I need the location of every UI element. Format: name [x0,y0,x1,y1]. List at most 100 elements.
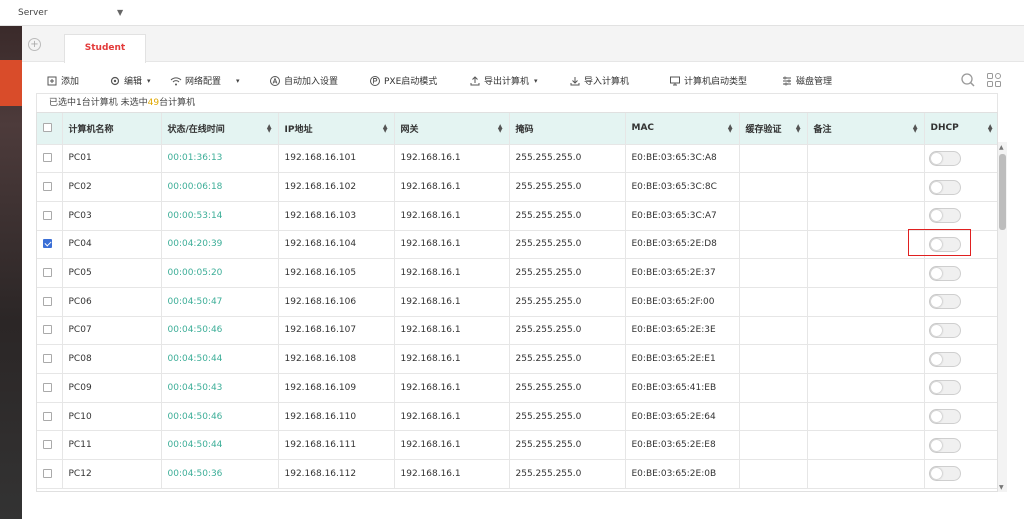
table-row[interactable]: PC05 00:00:05:20 192.168.16.105 192.168.16.… [37,258,997,288]
scroll-down-icon[interactable]: ▼ [999,484,1004,491]
search-icon[interactable] [960,72,976,88]
table-row[interactable]: PC03 00:00:53:14 192.168.16.103 192.168.16.… [37,201,997,231]
table-row[interactable]: PC06 00:04:50:47 192.168.16.106 192.168.16.… [37,287,997,317]
row-checkbox[interactable] [43,325,52,335]
row-checkbox[interactable] [43,239,52,249]
table-row[interactable]: PC12 00:04:50:36 192.168.16.112 192.168.16.… [37,459,997,489]
table-row[interactable]: PC10 00:04:50:46 192.168.16.110 192.168.16.… [37,402,997,432]
cell-mask: 255.255.255.0 [509,373,626,403]
sort-icon[interactable]: ▲ ▼ [383,124,388,134]
cell-gateway: 192.168.16.1 [394,373,510,403]
cell-online-time: 00:04:50:46 [161,316,279,346]
dhcp-toggle[interactable] [928,208,961,224]
add-tab-icon[interactable]: + [28,38,41,51]
cell-mac: E0:BE:03:65:2E:E8 [625,430,740,461]
cell-gateway: 192.168.16.1 [394,402,510,432]
cell-cache [739,230,808,260]
cell-dhcp [924,344,997,374]
dhcp-toggle[interactable] [928,265,961,281]
sort-icon[interactable]: ▲ ▼ [728,124,733,134]
cell-note [807,201,925,231]
row-checkbox[interactable] [43,182,52,192]
gear-icon [110,76,120,85]
col-header-note[interactable]: 备注 ▲ ▼ [807,113,925,145]
col-header-name[interactable]: 计算机名称 [62,113,162,145]
row-checkbox[interactable] [43,411,52,421]
col-header-ip[interactable]: IP地址 ▲ ▼ [278,113,395,145]
dhcp-toggle[interactable] [928,466,961,482]
network-config-button[interactable]: 网络配置 ▾ [170,74,240,87]
wifi-icon [170,76,182,85]
sort-icon[interactable]: ▲ ▼ [988,124,993,134]
row-checkbox[interactable] [43,210,52,220]
add-button[interactable]: 添加 [46,74,79,87]
table-scrollbar[interactable]: ▲ ▼ [998,142,1007,492]
cell-gateway: 192.168.16.1 [394,201,510,231]
row-checkbox[interactable] [43,382,52,392]
server-select[interactable]: Server [18,8,48,18]
tab-student[interactable]: Student [64,34,146,63]
table-row[interactable]: PC04 00:04:20:39 192.168.16.104 192.168.16.… [37,230,997,260]
row-checkbox[interactable] [43,268,52,278]
cell-ip: 192.168.16.108 [278,344,395,374]
dhcp-highlight-box [908,229,971,256]
row-checkbox[interactable] [43,354,52,364]
sort-icon[interactable]: ▲ ▼ [913,124,918,134]
cell-gateway: 192.168.16.1 [394,287,510,317]
cell-name: PC03 [62,201,162,231]
col-header-mask[interactable]: 掩码 [509,113,626,145]
cell-dhcp [924,144,997,174]
col-header-cache[interactable]: 缓存验证 ▲ ▼ [739,113,808,145]
table-row[interactable]: PC01 00:01:36:13 192.168.16.101 192.168.16.… [37,144,997,174]
left-sidebar-strip [0,26,22,519]
toggle-knob [930,411,942,423]
pxe-mode-button[interactable]: PXE启动模式 [369,74,437,87]
dhcp-toggle[interactable] [928,380,961,396]
cell-online-time: 00:04:50:36 [161,459,279,489]
cell-mask: 255.255.255.0 [509,230,626,260]
boot-type-button[interactable]: 计算机启动类型 [669,74,747,87]
auto-join-button[interactable]: 自动加入设置 [269,74,338,87]
row-checkbox[interactable] [43,440,52,450]
import-computer-button[interactable]: 导入计算机 [569,74,629,87]
table-row[interactable]: PC11 00:04:50:44 192.168.16.111 192.168.16.… [37,430,997,461]
cell-mac: E0:BE:03:65:2E:64 [625,402,740,432]
select-all-checkbox[interactable] [43,123,52,133]
col-header-dhcp[interactable]: DHCP ▲ ▼ [924,113,997,145]
dhcp-toggle[interactable] [928,294,961,310]
add-label: 添加 [61,77,80,87]
col-header-gateway[interactable]: 网关 ▲ ▼ [394,113,510,145]
chevron-down-icon: ▾ [147,76,151,85]
dhcp-toggle[interactable] [928,409,961,425]
scroll-up-icon[interactable]: ▲ [999,144,1004,151]
table-row[interactable]: PC09 00:04:50:43 192.168.16.109 192.168.16.… [37,373,997,403]
col-header-status[interactable]: 状态/在线时间 ▲ ▼ [161,113,279,145]
sort-icon[interactable]: ▲ ▼ [796,124,801,134]
dhcp-toggle[interactable] [928,351,961,367]
cell-gateway: 192.168.16.1 [394,430,510,461]
row-checkbox[interactable] [43,153,52,163]
col-header-mac[interactable]: MAC ▲ ▼ [625,113,740,145]
dhcp-toggle[interactable] [928,150,961,166]
toggle-knob [930,439,942,451]
sort-icon[interactable]: ▲ ▼ [498,124,503,134]
dhcp-toggle[interactable] [928,179,961,195]
edit-button[interactable]: 编辑 ▾ [109,74,151,87]
cell-ip: 192.168.16.107 [278,316,395,346]
export-computer-button[interactable]: 导出计算机 ▾ [469,74,538,87]
row-checkbox[interactable] [43,296,52,306]
cell-gateway: 192.168.16.1 [394,172,510,202]
dhcp-toggle[interactable] [928,437,961,453]
dhcp-toggle[interactable] [928,322,961,338]
sort-icon[interactable]: ▲ ▼ [267,124,272,134]
row-checkbox[interactable] [43,468,52,478]
table-row[interactable]: PC07 00:04:50:46 192.168.16.107 192.168.16.… [37,316,997,346]
auto-icon [270,75,280,86]
table-row[interactable]: PC02 00:00:06:18 192.168.16.102 192.168.16.… [37,172,997,202]
table-row[interactable]: PC08 00:04:50:44 192.168.16.108 192.168.16.… [37,344,997,374]
scrollbar-thumb[interactable] [999,154,1006,230]
cell-ip: 192.168.16.101 [278,144,395,174]
disk-management-button[interactable]: 磁盘管理 [781,74,832,87]
chevron-down-icon[interactable]: ▼ [117,8,123,17]
grid-view-icon[interactable] [986,72,1002,88]
